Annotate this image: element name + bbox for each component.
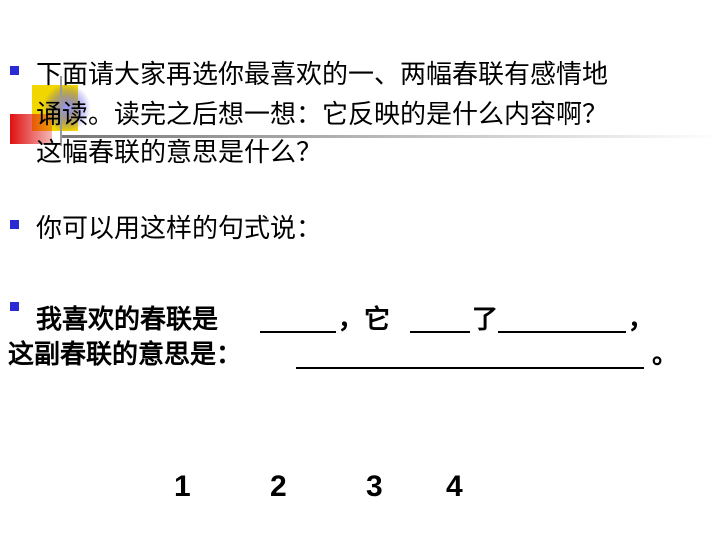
bullet3-part1: 我喜欢的春联是 [36,305,219,335]
bullet3-line2-prefix: 这副春联的意思是： [8,340,243,370]
bullet3-line2-suffix: 。 [652,340,679,370]
number-label-2: 2 [270,470,287,503]
bullet3-part4: ， [628,305,655,335]
number-label-3: 3 [366,470,383,503]
fill-blank-1 [260,331,336,333]
fill-blank-2 [410,331,470,333]
number-label-4: 4 [446,470,463,503]
bullet1-line3: 这幅春联的意思是什么？ [36,138,323,168]
bullet1-line2: 诵读。读完之后想一想：它反映的是什么内容啊？ [36,100,609,130]
fill-blank-4 [296,367,644,369]
fill-blank-3 [498,331,626,333]
bullet3-part3: 了 [472,305,499,335]
bullet-marker-3 [10,302,19,311]
bullet2-text: 你可以用这样的句式说： [36,214,323,244]
number-label-1: 1 [174,470,191,503]
bullet-marker-2 [10,220,19,229]
bullet1-line1: 下面请大家再选你最喜欢的一、两幅春联有感情地 [36,60,609,90]
bullet3-part2: ，它 [338,305,391,335]
bullet-marker-1 [10,66,19,75]
